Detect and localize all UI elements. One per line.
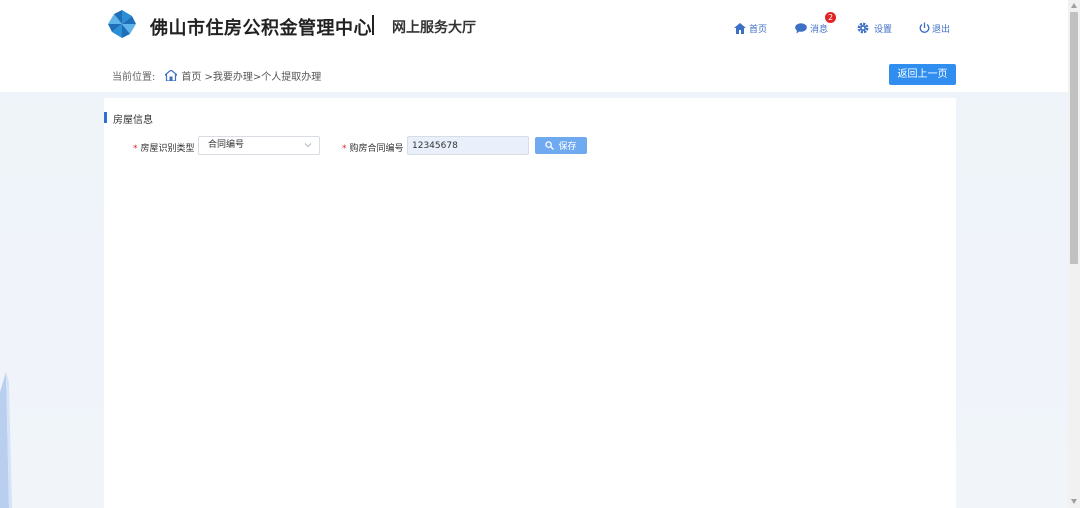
search-icon — [545, 141, 555, 150]
nav-messages-label: 消息 — [810, 24, 829, 35]
required-mark: * — [133, 144, 138, 154]
power-icon — [919, 22, 930, 33]
section-accent-bar — [104, 112, 107, 123]
chevron-down-icon — [304, 143, 312, 148]
breadcrumb-path[interactable]: 首页 >我要办理>个人提取办理 — [181, 68, 321, 83]
scrollbar-thumb[interactable] — [1070, 12, 1078, 264]
save-button-label: 保存 — [558, 142, 577, 152]
building-decoration — [0, 372, 12, 508]
home-icon — [734, 22, 746, 34]
house-type-select[interactable]: 合同编号 — [198, 136, 320, 155]
save-button[interactable]: 保存 — [535, 137, 587, 154]
contract-number-input[interactable] — [407, 136, 529, 155]
content-panel — [104, 98, 956, 508]
site-subtitle: 网上服务大厅 — [392, 20, 476, 36]
nav-settings[interactable]: 设置 — [857, 20, 892, 36]
title-divider — [372, 15, 374, 35]
scroll-down-arrow-icon[interactable] — [1071, 499, 1077, 504]
nav-settings-label: 设置 — [874, 24, 893, 35]
nav-logout[interactable]: 退出 — [919, 20, 950, 36]
nav-home-label: 首页 — [749, 24, 768, 35]
breadcrumb: 当前位置: 首页 >我要办理>个人提取办理 — [112, 68, 321, 83]
nav-messages[interactable]: 消息 — [795, 20, 828, 36]
scroll-up-arrow-icon[interactable] — [1071, 3, 1077, 8]
pinwheel-logo-icon — [108, 10, 136, 38]
nav-logout-label: 退出 — [932, 24, 951, 35]
nav-home[interactable]: 首页 — [734, 20, 767, 36]
required-mark: * — [342, 144, 347, 154]
home-icon[interactable] — [165, 69, 178, 81]
contract-number-label-text: 购房合同编号 — [349, 144, 404, 154]
message-count-badge: 2 — [825, 12, 836, 23]
message-icon — [795, 22, 807, 33]
site-title: 佛山市住房公积金管理中心 — [150, 18, 372, 39]
contract-number-label: * 购房合同编号 — [342, 141, 404, 154]
back-button[interactable]: 返回上一页 — [889, 64, 956, 85]
house-type-label-text: 房屋识别类型 — [140, 144, 195, 154]
gear-icon — [857, 22, 869, 34]
breadcrumb-prefix: 当前位置: — [112, 71, 156, 83]
house-type-selected-value: 合同编号 — [208, 140, 245, 150]
section-title: 房屋信息 — [113, 115, 153, 126]
house-type-label: * 房屋识别类型 — [133, 141, 195, 154]
